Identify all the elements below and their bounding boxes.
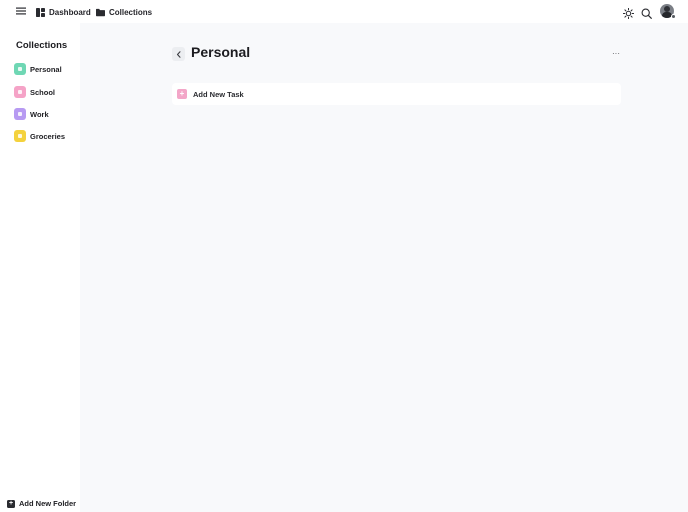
school-color-icon: [14, 86, 26, 98]
sidebar-item-personal[interactable]: Personal: [14, 62, 78, 76]
sidebar-item-label: School: [30, 87, 56, 97]
nav-collections-label: Collections: [109, 7, 153, 17]
sidebar-item-school[interactable]: School: [14, 85, 78, 99]
sidebar-item-groceries[interactable]: Groceries: [14, 129, 78, 143]
back-button[interactable]: [172, 47, 185, 61]
search-icon[interactable]: [641, 6, 652, 19]
nav-dashboard-label: Dashboard: [49, 7, 91, 17]
sidebar-item-work[interactable]: Work: [14, 107, 78, 121]
avatar-status-indicator: [671, 14, 676, 19]
add-new-folder-label: Add New Folder: [19, 499, 77, 508]
main-content: Personal ··· + Add New Task: [80, 23, 688, 512]
page-title: Personal: [191, 44, 251, 60]
personal-color-icon: [14, 63, 26, 75]
plus-icon: +: [7, 499, 15, 508]
add-new-task-label: Add New Task: [193, 89, 244, 99]
groceries-color-icon: [14, 130, 26, 142]
nav-collections[interactable]: Collections: [96, 6, 152, 18]
work-color-icon: [14, 108, 26, 120]
sidebar-item-label: Personal: [30, 64, 62, 74]
chevron-left-icon: [176, 50, 181, 58]
sidebar-item-label: Work: [30, 109, 49, 119]
sidebar-title: Collections: [16, 40, 68, 51]
add-new-task-button[interactable]: + Add New Task: [172, 83, 621, 105]
sidebar: Collections Personal School Work Groceri…: [0, 23, 80, 512]
nav-dashboard[interactable]: Dashboard: [36, 6, 91, 18]
sun-icon[interactable]: [622, 6, 635, 20]
more-options-icon[interactable]: ···: [609, 47, 623, 59]
top-bar: Dashboard Collections: [0, 0, 688, 23]
folder-icon: [96, 8, 105, 17]
menu-icon[interactable]: [16, 6, 26, 16]
dashboard-icon: [36, 7, 45, 17]
add-new-folder-button[interactable]: + Add New Folder: [7, 499, 76, 508]
plus-icon: +: [177, 89, 187, 99]
sidebar-item-label: Groceries: [30, 131, 66, 141]
